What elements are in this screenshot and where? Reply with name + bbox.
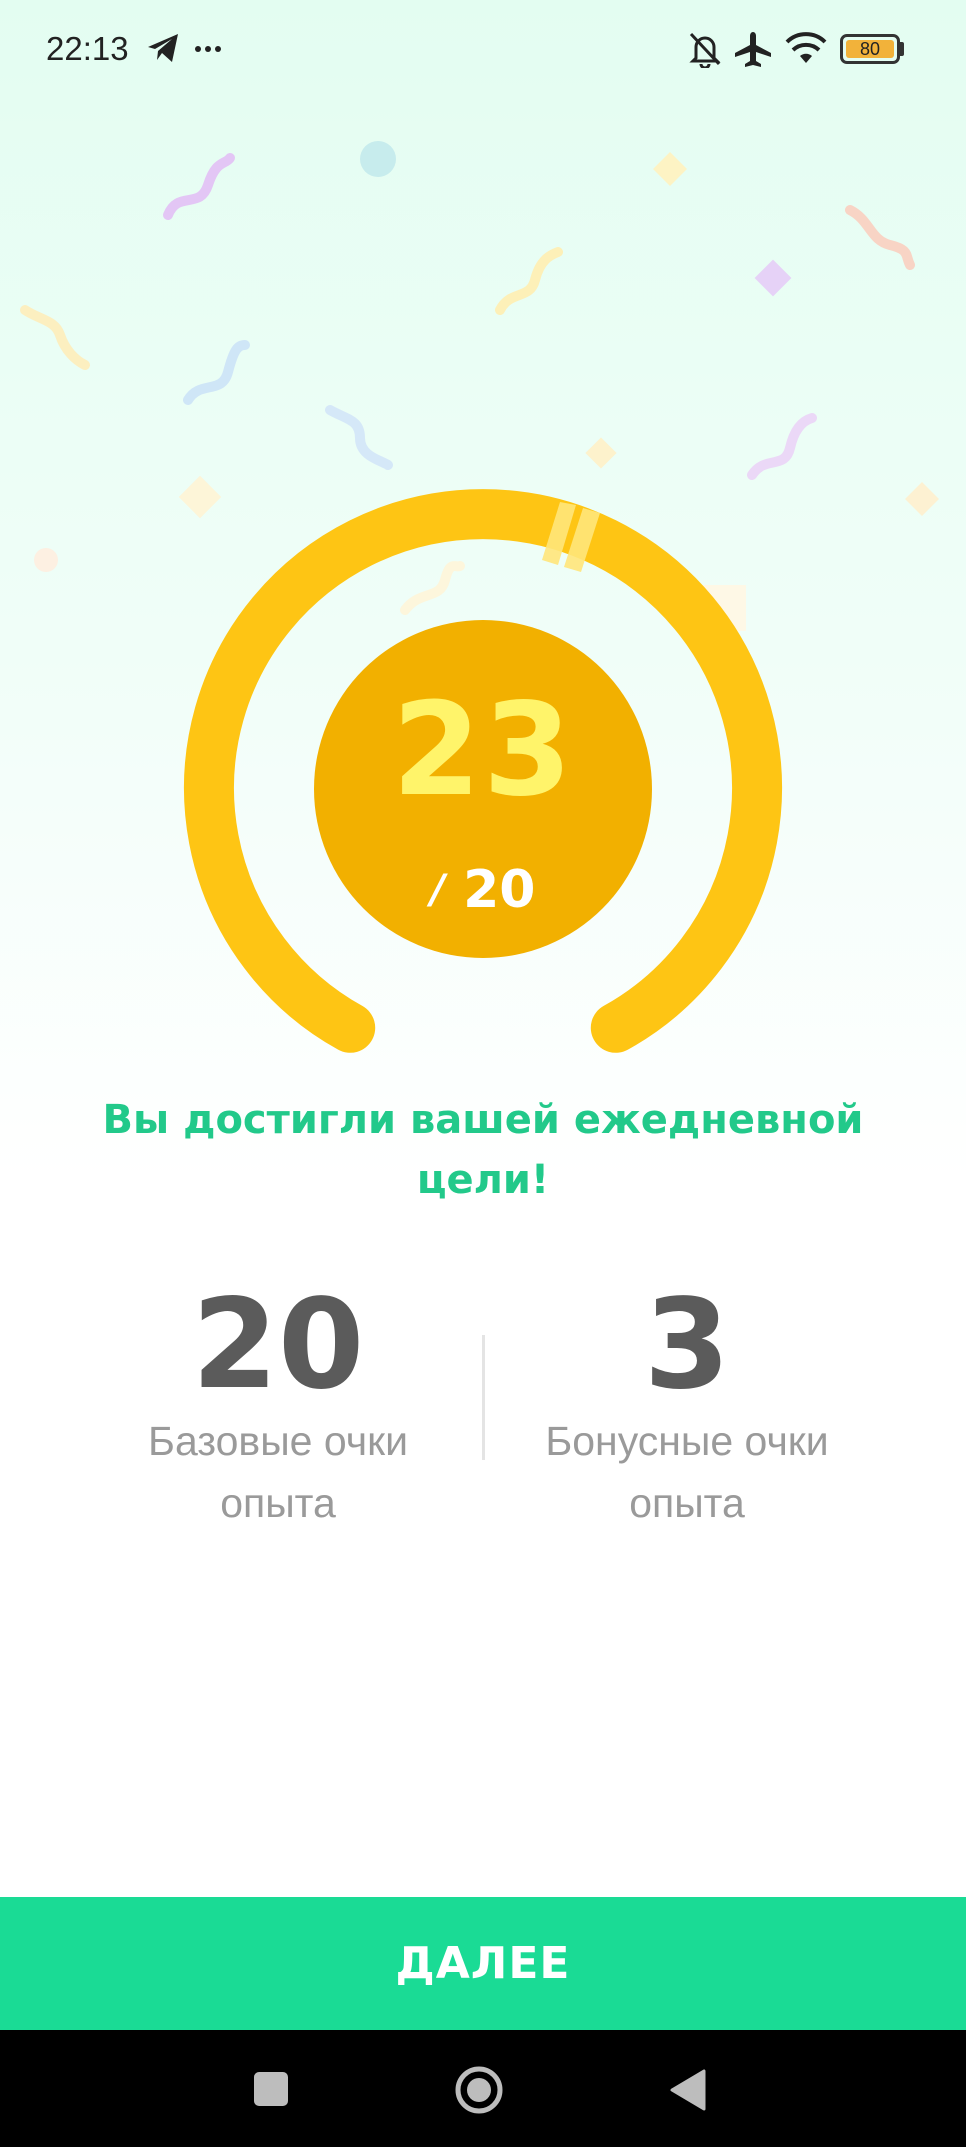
navigation-bar — [0, 2030, 966, 2147]
base-xp-value: 20 — [191, 1273, 365, 1417]
battery-level: 80 — [859, 39, 881, 59]
goal-xp: 20 — [463, 860, 536, 920]
bonus-xp-stat: 3 Бонусные очки опыта — [497, 1280, 877, 1534]
base-xp-stat: 20 Базовые очки опыта — [88, 1280, 468, 1534]
home-icon[interactable] — [453, 2064, 505, 2120]
next-button[interactable]: ДАЛЕЕ — [0, 1897, 966, 2030]
bonus-xp-value: 3 — [643, 1273, 731, 1417]
battery-icon: 80 — [840, 34, 900, 64]
back-icon[interactable] — [668, 2068, 708, 2116]
goal-slash: / — [430, 867, 446, 913]
goal-xp-line: / 20 — [314, 860, 652, 920]
bonus-xp-label: Бонусные очки опыта — [545, 1418, 829, 1526]
earned-xp: 23 — [391, 676, 575, 825]
goal-reached-message: Вы достигли вашей ежедневной цели! — [102, 1097, 864, 1203]
base-xp-label: Базовые очки опыта — [148, 1418, 408, 1526]
stats-divider — [482, 1335, 485, 1460]
recent-apps-icon[interactable] — [252, 2070, 292, 2114]
